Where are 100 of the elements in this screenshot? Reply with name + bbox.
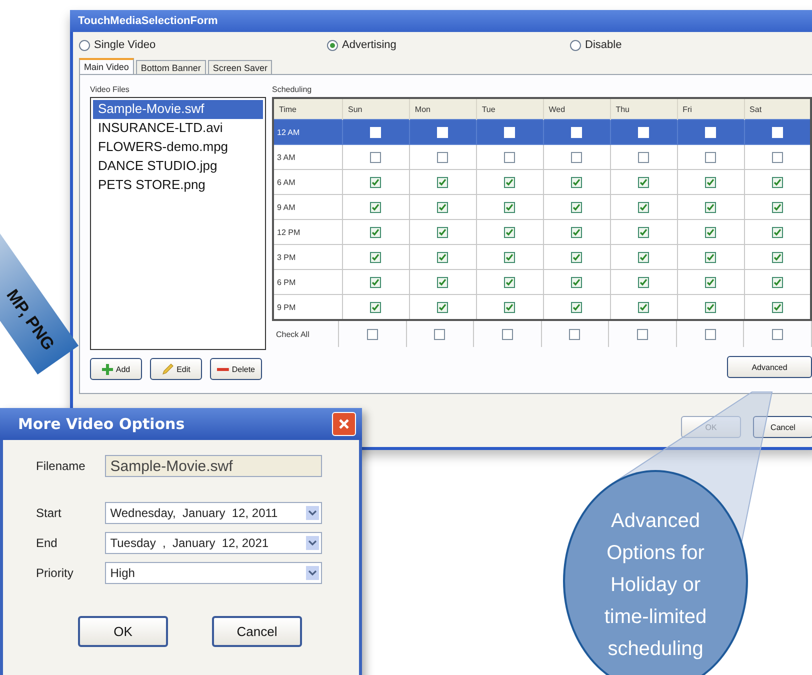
checkbox[interactable] <box>504 152 516 162</box>
dialog-title: More Video Options <box>18 415 185 433</box>
file-list-item[interactable]: DANCE STUDIO.jpg <box>93 157 263 176</box>
tab[interactable]: Screen Saver <box>208 60 272 74</box>
checkbox[interactable] <box>370 276 382 288</box>
checkbox[interactable] <box>437 202 448 212</box>
checkbox[interactable] <box>504 276 516 288</box>
checkbox[interactable] <box>437 176 448 188</box>
file-list-item[interactable]: Sample-Movie.swf <box>93 100 263 119</box>
scheduling-label: Scheduling <box>272 85 313 96</box>
checkbox[interactable] <box>705 152 716 162</box>
checkbox[interactable] <box>638 176 650 188</box>
callout-text: Advanced Options for Holiday or time-limited scheduling <box>603 509 708 662</box>
dropdown-field[interactable]: High <box>105 562 322 584</box>
checkbox[interactable] <box>637 328 648 340</box>
field-label: Priority <box>36 566 74 580</box>
schedule-row[interactable]: 6 PM <box>273 270 811 294</box>
checkbox[interactable] <box>772 276 783 288</box>
checkbox[interactable] <box>705 202 716 212</box>
checkbox[interactable] <box>370 252 382 262</box>
advanced-button[interactable]: Advanced <box>727 356 812 378</box>
checkbox[interactable] <box>437 226 448 238</box>
dropdown-field[interactable]: Tuesday , January 12, 2021 <box>105 532 322 554</box>
tab[interactable]: Bottom Banner <box>136 60 206 74</box>
list-button[interactable]: Add <box>90 358 142 380</box>
column-header: Sun <box>342 98 410 120</box>
checkbox[interactable] <box>571 152 582 162</box>
list-button[interactable]: Edit <box>150 358 202 380</box>
file-list-item[interactable]: INSURANCE-LTD.avi <box>93 119 263 138</box>
checkbox[interactable] <box>437 276 448 288</box>
checkbox[interactable] <box>370 176 382 188</box>
file-list-item[interactable]: FLOWERS-demo.mpg <box>93 138 263 157</box>
checkbox[interactable] <box>772 252 783 262</box>
radio-option[interactable]: Advertising <box>327 39 570 51</box>
checkbox[interactable] <box>638 152 650 162</box>
dialog-button[interactable]: Cancel <box>212 616 302 647</box>
radio-option[interactable]: Single Video <box>79 39 327 51</box>
radio-option[interactable]: Disable <box>570 39 812 51</box>
checkbox[interactable] <box>772 202 783 212</box>
checkbox[interactable] <box>704 328 716 340</box>
field-label: Start <box>36 506 62 520</box>
checkbox[interactable] <box>772 328 784 340</box>
checkbox[interactable] <box>434 328 446 340</box>
schedule-row[interactable]: 12 PM <box>273 220 811 244</box>
checkbox[interactable] <box>370 202 382 212</box>
time-label: 6 AM <box>277 178 296 186</box>
checkbox[interactable] <box>504 176 516 188</box>
time-label: 12 AM <box>277 128 300 136</box>
close-button[interactable] <box>332 412 356 436</box>
checkbox[interactable] <box>638 276 650 288</box>
column-header: Wed <box>543 98 610 120</box>
checkbox[interactable] <box>370 302 382 312</box>
dialog-button[interactable]: OK <box>78 616 168 647</box>
checkbox[interactable] <box>569 328 580 340</box>
time-label: 12 PM <box>277 228 300 236</box>
checkbox[interactable] <box>571 276 582 288</box>
checkbox[interactable] <box>638 202 650 212</box>
checkbox[interactable] <box>772 226 783 238</box>
checkbox[interactable] <box>772 302 783 312</box>
schedule-row[interactable]: 9 PM <box>273 294 811 320</box>
schedule-row[interactable]: 6 AM <box>273 170 811 194</box>
checkbox[interactable] <box>504 202 516 212</box>
checkbox[interactable] <box>571 226 582 238</box>
checkbox[interactable] <box>370 226 382 238</box>
checkbox[interactable] <box>437 302 448 312</box>
checkbox[interactable] <box>504 302 516 312</box>
checkbox[interactable] <box>705 176 716 188</box>
checkbox[interactable] <box>571 252 582 262</box>
checkbox[interactable] <box>504 226 516 238</box>
checkbox[interactable] <box>437 152 448 162</box>
schedule-row[interactable]: 3 AM <box>273 144 811 170</box>
checkbox[interactable] <box>705 226 716 238</box>
checkbox[interactable] <box>772 152 783 162</box>
checkbox[interactable] <box>705 276 716 288</box>
checkbox[interactable] <box>705 302 716 312</box>
column-header: Fri <box>677 98 744 120</box>
checkbox[interactable] <box>571 302 582 312</box>
dialog-button[interactable]: Cancel <box>753 416 812 438</box>
checkbox[interactable] <box>366 328 378 340</box>
checkbox[interactable] <box>504 252 516 262</box>
checkbox[interactable] <box>571 176 582 188</box>
checkbox[interactable] <box>638 226 650 238</box>
column-header: Tue <box>476 98 544 120</box>
list-button[interactable]: Delete <box>210 358 262 380</box>
checkbox[interactable] <box>705 252 716 262</box>
dropdown-field[interactable]: Wednesday, January 12, 2011 <box>105 502 322 524</box>
field-label: Filename <box>36 459 86 473</box>
checkbox[interactable] <box>638 252 650 262</box>
tab[interactable]: Main Video <box>79 58 134 74</box>
checkbox[interactable] <box>772 176 783 188</box>
checkbox[interactable] <box>370 152 382 162</box>
schedule-row[interactable]: 9 AM <box>273 194 811 220</box>
file-list-item[interactable]: PETS STORE.png <box>93 176 263 195</box>
checkbox[interactable] <box>638 302 650 312</box>
checkbox[interactable] <box>437 252 448 262</box>
checkbox[interactable] <box>502 328 513 340</box>
checkbox[interactable] <box>571 202 582 212</box>
schedule-row[interactable]: 3 PM <box>273 244 811 270</box>
filename-field[interactable]: Sample-Movie.swf <box>105 455 322 477</box>
time-label: 3 PM <box>277 252 296 262</box>
